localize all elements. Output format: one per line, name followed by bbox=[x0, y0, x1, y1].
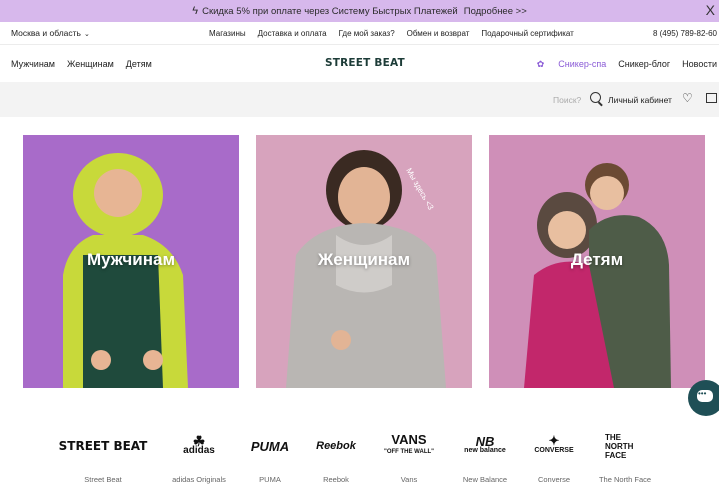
utility-bar: Москва и область ⌄ Магазины Доставка и оп… bbox=[0, 22, 719, 45]
search-row: Поиск? Личный кабинет ♡ bbox=[0, 82, 719, 117]
brand-logo-text: CONVERSE bbox=[534, 447, 574, 454]
search-input[interactable]: Поиск? bbox=[553, 95, 581, 105]
category-card-kids[interactable]: Детям bbox=[489, 135, 705, 388]
category-card-women[interactable]: Мы здесь <3 Женщинам bbox=[256, 135, 472, 388]
chevron-down-icon: ⌄ bbox=[83, 31, 90, 38]
brand-converse[interactable]: ✦ CONVERSE Converse bbox=[526, 428, 582, 484]
brand-adidas[interactable]: ☘ adidas adidas Originals bbox=[165, 428, 233, 484]
bag-icon[interactable] bbox=[706, 93, 717, 103]
utility-links: Магазины Доставка и оплата Где мой заказ… bbox=[209, 29, 586, 38]
star-chevron-icon: ✦ bbox=[548, 433, 560, 448]
brand-vans[interactable]: VANS "OFF THE WALL" Vans bbox=[377, 428, 441, 484]
link-gift-card[interactable]: Подарочный сертификат bbox=[481, 29, 573, 38]
chat-button[interactable] bbox=[688, 380, 719, 416]
promo-banner[interactable]: ϟ Скидка 5% при оплате через Систему Быс… bbox=[0, 0, 719, 22]
link-returns[interactable]: Обмен и возврат bbox=[407, 29, 470, 38]
brand-name: PUMA bbox=[259, 475, 281, 484]
brand-name: New Balance bbox=[462, 475, 508, 484]
nb-icon: NB bbox=[475, 434, 495, 449]
promo-more-link[interactable]: Подробнее >> bbox=[464, 6, 527, 17]
brand-logo: STREET BEAT bbox=[58, 439, 148, 453]
link-order-status[interactable]: Где мой заказ? bbox=[339, 29, 395, 38]
brand-puma[interactable]: PUMA PUMA bbox=[244, 428, 296, 485]
brand-logo: PUMA bbox=[250, 438, 290, 454]
brand-name: Converse bbox=[537, 475, 571, 484]
lightning-icon: ϟ bbox=[192, 5, 199, 17]
flower-icon: ✿ bbox=[536, 59, 545, 69]
brands-strip: STREET BEAT Street Beat ☘ adidas adidas … bbox=[0, 428, 719, 491]
main-nav: Мужчинам Женщинам Детям STREET BEAT ✿ Сни… bbox=[0, 45, 719, 82]
brand-logo-text: new balance bbox=[464, 447, 506, 454]
nav-sneaker-spa-label: Сникер-спа bbox=[558, 59, 607, 69]
phone-number[interactable]: 8 (495) 789-82-60 bbox=[653, 29, 717, 38]
nav-kids[interactable]: Детям bbox=[126, 59, 152, 69]
brand-logo: VANS "OFF THE WALL" bbox=[377, 428, 441, 464]
nav-sneaker-blog[interactable]: Сникер-блог bbox=[618, 59, 670, 70]
brand-logo: NB new balance bbox=[455, 428, 515, 464]
brand-the-north-face[interactable]: THE NORTH FACE The North Face bbox=[593, 428, 657, 485]
nav-news[interactable]: Новости bbox=[682, 59, 717, 70]
region-label: Москва и область bbox=[11, 28, 81, 38]
brand-logo-text: VANS bbox=[391, 432, 427, 447]
brand-logo-text: adidas bbox=[183, 445, 215, 456]
brand-name: Street Beat bbox=[84, 475, 122, 484]
heart-icon[interactable]: ♡ bbox=[682, 91, 693, 105]
link-stores[interactable]: Магазины bbox=[209, 29, 246, 38]
nav-women[interactable]: Женщинам bbox=[67, 59, 114, 69]
nav-men[interactable]: Мужчинам bbox=[11, 59, 55, 69]
nav-sneaker-spa[interactable]: ✿ Сникер-спа bbox=[525, 59, 606, 70]
promo-text: Скидка 5% при оплате через Систему Быстр… bbox=[202, 5, 458, 17]
brand-new-balance[interactable]: NB new balance New Balance bbox=[455, 428, 515, 484]
link-delivery[interactable]: Доставка и оплата bbox=[258, 29, 327, 38]
brand-logo: Reebok bbox=[316, 440, 356, 452]
site-logo[interactable]: STREET BEAT bbox=[325, 57, 405, 69]
brand-logo: ✦ CONVERSE bbox=[526, 428, 582, 464]
brand-name: Reebok bbox=[323, 475, 349, 484]
account-link[interactable]: Личный кабинет bbox=[608, 95, 672, 105]
brand-logo: ☘ adidas bbox=[165, 428, 233, 464]
category-label-kids: Детям bbox=[570, 250, 624, 269]
category-label-women: Женщинам bbox=[317, 250, 411, 269]
brand-reebok[interactable]: Reebok Reebok bbox=[308, 428, 364, 484]
search-icon[interactable] bbox=[590, 92, 601, 103]
brand-logo: THE NORTH FACE bbox=[605, 432, 634, 460]
brand-name: adidas Originals bbox=[172, 475, 226, 484]
brand-name: Vans bbox=[400, 475, 418, 484]
category-label-men: Мужчинам bbox=[86, 250, 176, 269]
category-card-men[interactable]: Мужчинам bbox=[23, 135, 239, 388]
brand-logo-subtext: "OFF THE WALL" bbox=[383, 449, 434, 455]
brand-street-beat[interactable]: STREET BEAT Street Beat bbox=[55, 428, 151, 484]
close-icon[interactable]: X bbox=[706, 2, 715, 18]
region-selector[interactable]: Москва и область ⌄ bbox=[11, 28, 90, 38]
brand-name: The North Face bbox=[598, 475, 652, 484]
